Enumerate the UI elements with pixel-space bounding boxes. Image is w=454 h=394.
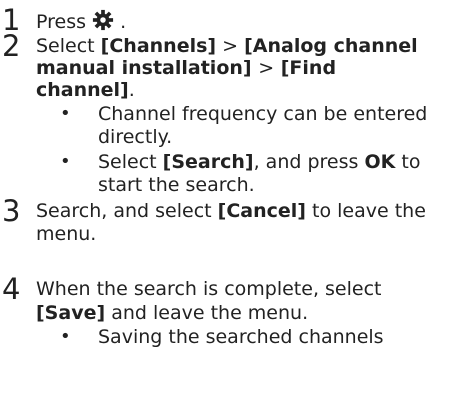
cancel-menu-item: [Cancel] [217,200,306,222]
step-2-line-1: Select [Channels] > [Analog channel [36,35,418,57]
step-4-line-1: When the search is complete, select [36,278,382,300]
bullet-dot: • [60,151,71,172]
step-3-line-1: Search, and select [Cancel] to leave the [36,200,426,222]
step-number: 2 [2,29,21,63]
separator: > [258,57,275,79]
ok-key: OK [364,151,396,173]
to-word: to [401,151,421,173]
bullet-dot: • [60,326,71,347]
step-1-text: Press . [36,9,126,33]
bullet-3-line-1: Saving the searched channels [98,326,384,348]
save-menu-item: [Save] [36,302,106,324]
analog-menu-item-cont: manual installation] [36,57,252,79]
search-menu-item: [Search] [162,151,254,173]
step-4-line-2: [Save] and leave the menu. [36,302,308,324]
gear-icon [92,9,114,31]
step-3-text-post: to leave the [312,200,426,222]
step-4-text-post: and leave the menu. [111,302,309,324]
step-number: 3 [2,194,21,228]
press-label: Press [36,11,87,33]
instruction-document: 1 Press . 2 Select [Channels] > [Analog … [0,0,454,394]
channels-menu-item: [Channels] [100,35,217,57]
bullet-1-line-2: directly. [98,126,173,148]
select-word: Select [36,35,95,57]
bullet-1-line-1: Channel frequency can be entered [98,103,428,125]
step-3-text: Search, and select [36,200,212,222]
find-channel-menu-item-cont: channel] [36,79,129,101]
period: . [120,11,127,33]
step-2-line-3: channel]. [36,79,135,101]
separator: > [222,35,239,57]
step-number: 4 [2,272,21,306]
find-channel-menu-item: [Find [280,57,337,79]
step-3-line-2: menu. [36,223,97,245]
select-word: Select [98,151,157,173]
step-2-line-2: manual installation] > [Find [36,57,336,79]
bullet-2-line-1: Select [Search], and press OK to [98,151,420,173]
period: . [128,79,135,101]
analog-menu-item: [Analog channel [244,35,418,57]
bullet-dot: • [60,103,71,124]
and-press-text: , and press [253,151,359,173]
bullet-2-line-2: start the search. [98,174,255,196]
